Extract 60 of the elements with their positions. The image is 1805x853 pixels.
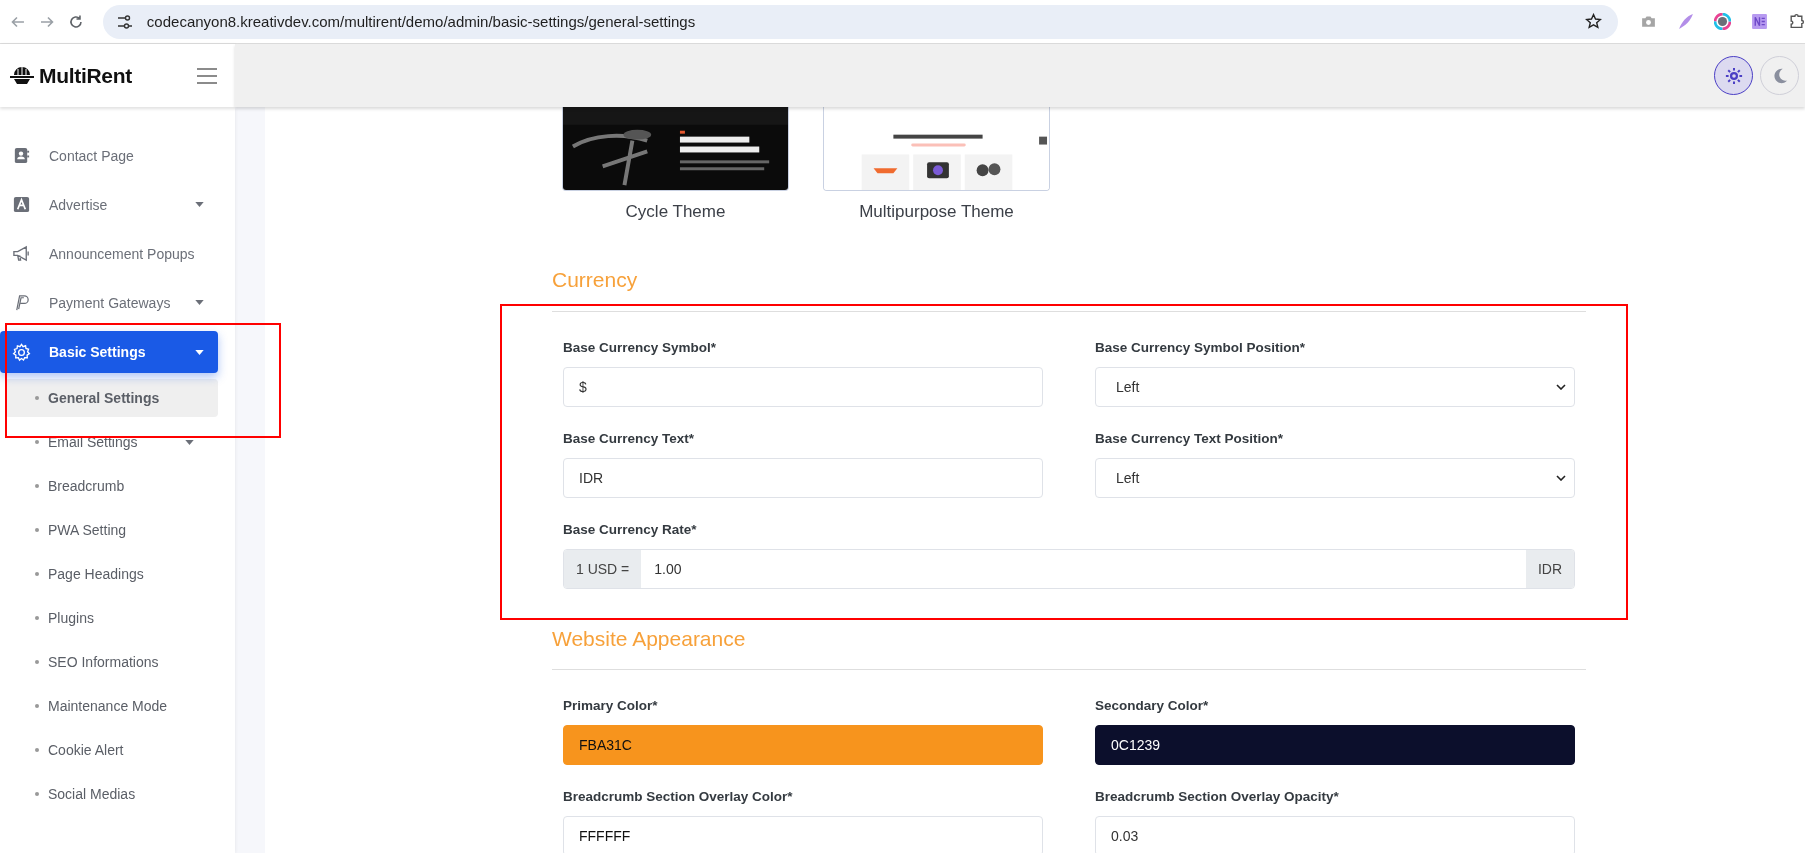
sun-icon: [1724, 66, 1743, 85]
text-field[interactable]: IDR: [563, 458, 1043, 498]
caret-icon: [195, 300, 204, 305]
color-field[interactable]: 0C1239: [1095, 725, 1575, 765]
select-field[interactable]: Left: [1095, 367, 1575, 407]
field-label: Base Currency Text*: [563, 430, 696, 448]
text-field[interactable]: $: [563, 367, 1043, 407]
field-label: Base Currency Text Position*: [1095, 430, 1285, 448]
feather-icon[interactable]: [1677, 13, 1694, 30]
puzzle-icon[interactable]: [1788, 13, 1805, 30]
submenu-item[interactable]: Plugins: [5, 596, 218, 640]
megaphone-icon: [12, 244, 31, 263]
submenu-item[interactable]: General Settings: [5, 379, 218, 417]
color-field[interactable]: FFFFFF: [563, 816, 1043, 853]
field-label: Secondary Color*: [1095, 697, 1210, 715]
dark-mode-button[interactable]: [1760, 56, 1799, 95]
theme-name: Cycle Theme: [625, 201, 726, 223]
field-label: Primary Color*: [563, 697, 659, 715]
chevron-down-icon: [1556, 475, 1566, 481]
sidebar-item[interactable]: Advertise: [0, 180, 218, 229]
site-settings-icon[interactable]: [116, 13, 133, 30]
contact-book-icon: [12, 146, 31, 165]
field-label: Base Currency Rate*: [563, 521, 698, 539]
text-field[interactable]: 0.03: [1095, 816, 1575, 853]
submenu-item[interactable]: Breadcrumb: [5, 464, 218, 508]
menu-icon[interactable]: [197, 67, 217, 84]
light-mode-button[interactable]: [1714, 56, 1753, 95]
gear-icon: [12, 342, 31, 362]
field-label: Breadcrumb Section Overlay Opacity*: [1095, 788, 1340, 806]
section-heading: Website Appearance: [552, 626, 747, 652]
sidebar-item[interactable]: Contact Page: [0, 131, 218, 180]
notes-extension-icon[interactable]: [1751, 13, 1768, 30]
caret-icon: [185, 439, 194, 445]
reload-icon[interactable]: [67, 13, 84, 30]
chevron-down-icon: [1556, 384, 1566, 390]
color-wheel-icon[interactable]: [1714, 13, 1731, 30]
brand-name: MultiRent: [39, 63, 132, 88]
caret-icon: [195, 349, 204, 355]
sidebar-item[interactable]: Basic Settings: [0, 331, 218, 373]
sidebar-item[interactable]: Payment Gateways: [0, 278, 218, 327]
submenu-item[interactable]: Maintenance Mode: [5, 684, 218, 728]
bookmark-star-icon[interactable]: [1585, 13, 1602, 30]
caret-icon: [195, 202, 204, 207]
section-heading: Currency: [552, 267, 639, 293]
select-field[interactable]: Left: [1095, 458, 1575, 498]
theme-name: Multipurpose Theme: [859, 201, 1014, 223]
submenu-item[interactable]: Page Headings: [5, 552, 218, 596]
letter-tile-icon: [12, 195, 31, 214]
url-text: codecanyon8.kreativdev.com/multirent/demo/admin/basic-settings/general-settings: [146, 13, 697, 30]
color-field[interactable]: FBA31C: [563, 725, 1043, 765]
submenu-item[interactable]: Cookie Alert: [5, 728, 218, 772]
submenu-item[interactable]: SEO Informations: [5, 640, 218, 684]
submenu-item[interactable]: Social Medias: [5, 772, 218, 816]
submenu-item[interactable]: PWA Setting: [5, 508, 218, 552]
address-bar[interactable]: codecanyon8.kreativdev.com/multirent/demo/admin/basic-settings/general-settings: [102, 4, 1618, 39]
field-label: Base Currency Symbol Position*: [1095, 339, 1307, 357]
logo-icon: [10, 65, 34, 86]
sidebar-item[interactable]: Announcement Popups: [0, 229, 218, 278]
field-label: Base Currency Symbol*: [563, 339, 718, 357]
field-label: Breadcrumb Section Overlay Color*: [563, 788, 794, 806]
